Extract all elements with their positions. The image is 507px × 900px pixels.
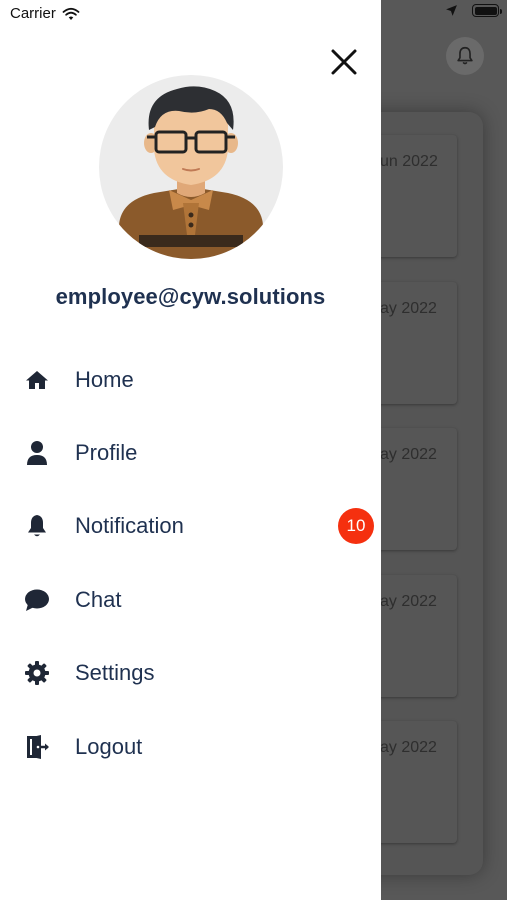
menu-item-label: Notification bbox=[75, 513, 184, 538]
home-icon bbox=[24, 367, 50, 393]
user-email: employee@cyw.solutions bbox=[55, 284, 326, 309]
notification-count-badge: 10 bbox=[338, 508, 374, 544]
bell-icon bbox=[24, 513, 50, 539]
menu-item-notification[interactable]: Notification 10 bbox=[0, 499, 381, 553]
status-bar-left: Carrier bbox=[10, 5, 80, 22]
menu-item-label: Profile bbox=[75, 440, 138, 465]
bell-icon bbox=[457, 46, 473, 65]
list-item-date: ay 2022 bbox=[380, 300, 437, 317]
list-item-date: ay 2022 bbox=[380, 593, 437, 610]
close-icon bbox=[331, 49, 357, 75]
list-item-date: ay 2022 bbox=[380, 739, 437, 756]
menu-item-label: Chat bbox=[75, 587, 122, 612]
person-icon bbox=[24, 440, 50, 466]
chat-bubble-icon bbox=[24, 587, 50, 613]
menu-item-home[interactable]: Home bbox=[0, 353, 381, 407]
list-item-date: un 2022 bbox=[380, 153, 438, 170]
gear-icon bbox=[24, 660, 50, 686]
background-notification-button[interactable] bbox=[446, 37, 484, 75]
menu-item-label: Logout bbox=[75, 734, 143, 759]
menu-item-settings[interactable]: Settings bbox=[0, 646, 381, 700]
menu-item-profile[interactable]: Profile bbox=[0, 426, 381, 480]
menu-item-label: Home bbox=[75, 367, 134, 392]
menu-item-label: Settings bbox=[75, 660, 155, 685]
logout-door-icon bbox=[24, 734, 50, 760]
avatar bbox=[99, 75, 283, 259]
menu-item-logout[interactable]: Logout bbox=[0, 720, 381, 774]
carrier-label: Carrier bbox=[10, 5, 56, 22]
list-item-date: ay 2022 bbox=[380, 446, 437, 463]
menu-item-chat[interactable]: Chat bbox=[0, 573, 381, 627]
close-drawer-button[interactable] bbox=[327, 45, 361, 79]
navigation-drawer: Carrier employee@cyw.solutions Home Prof… bbox=[0, 0, 381, 900]
user-avatar-illustration bbox=[119, 86, 263, 259]
wifi-icon bbox=[62, 7, 80, 20]
